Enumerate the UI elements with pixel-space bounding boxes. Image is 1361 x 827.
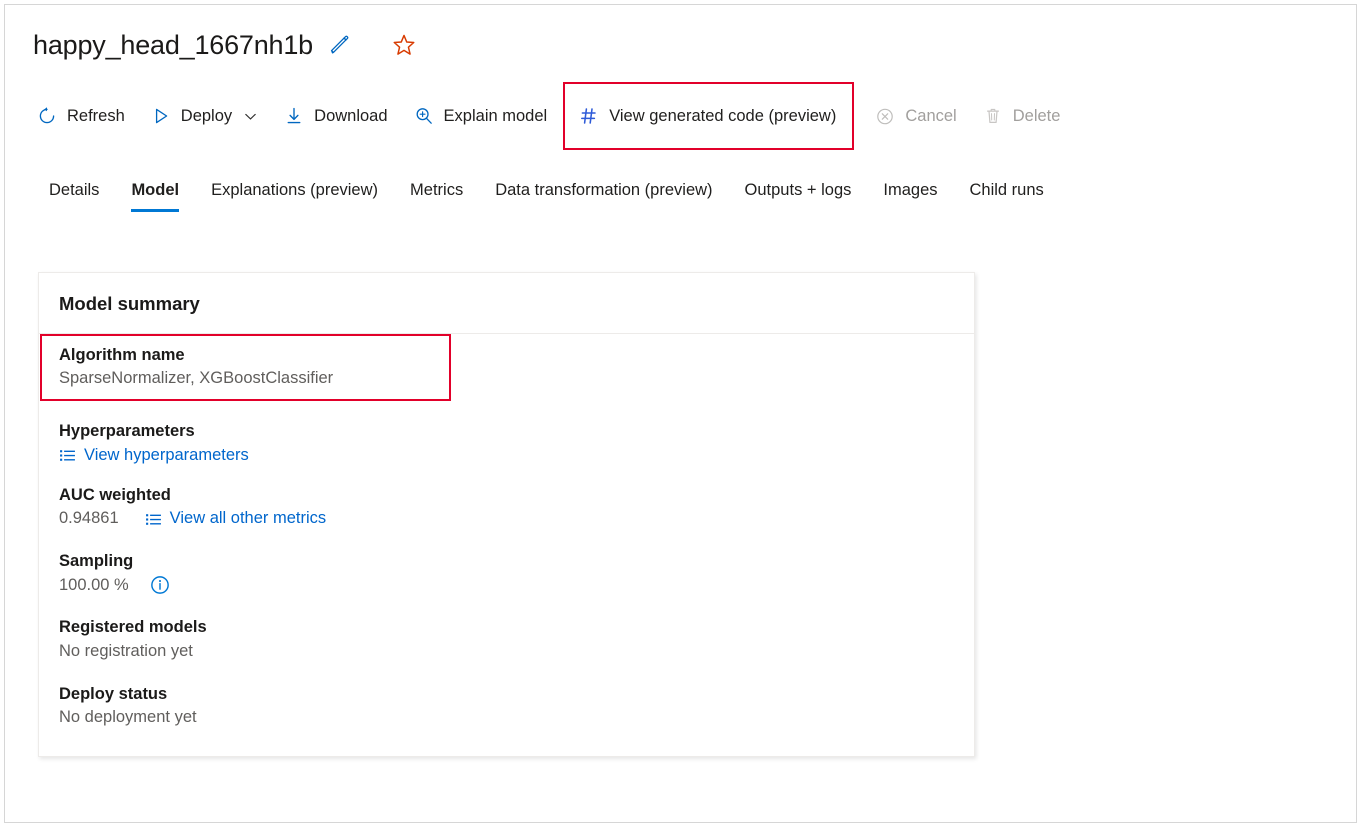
- chevron-down-icon[interactable]: [243, 109, 258, 124]
- page-frame: happy_head_1667nh1b Refr: [4, 4, 1357, 823]
- command-bar: Refresh Deploy: [33, 93, 1073, 139]
- view-all-other-metrics-link[interactable]: View all other metrics: [145, 507, 327, 531]
- view-generated-code-button[interactable]: View generated code (preview): [563, 82, 854, 150]
- refresh-button[interactable]: Refresh: [33, 93, 138, 139]
- explain-model-label: Explain model: [444, 107, 548, 126]
- zoom-in-icon: [414, 106, 434, 126]
- field-sampling: Sampling 100.00 %: [59, 550, 954, 597]
- download-icon: [284, 106, 304, 126]
- tab-details[interactable]: Details: [33, 173, 115, 214]
- registered-models-label: Registered models: [59, 616, 954, 639]
- field-auc-weighted: AUC weighted 0.94861: [59, 484, 954, 531]
- sampling-label: Sampling: [59, 550, 954, 573]
- bulleted-list-icon: [145, 511, 162, 528]
- tab-images[interactable]: Images: [867, 173, 953, 214]
- auc-weighted-value-row: 0.94861: [59, 507, 954, 531]
- explain-model-button[interactable]: Explain model: [401, 93, 561, 139]
- view-all-other-metrics-text: View all other metrics: [170, 507, 327, 531]
- delete-label: Delete: [1013, 107, 1061, 126]
- field-deploy-status: Deploy status No deployment yet: [59, 683, 954, 730]
- card-body: Algorithm name SparseNormalizer, XGBoost…: [39, 334, 974, 756]
- field-algorithm-name: Algorithm name SparseNormalizer, XGBoost…: [59, 334, 954, 401]
- deploy-button[interactable]: Deploy: [138, 93, 271, 139]
- view-hyperparameters-link[interactable]: View hyperparameters: [59, 446, 249, 465]
- card-header: Model summary: [39, 273, 974, 334]
- hyperparameters-link-row: View hyperparameters: [59, 446, 954, 465]
- field-hyperparameters: Hyperparameters: [59, 420, 954, 464]
- refresh-icon: [37, 106, 57, 126]
- trash-icon: [983, 106, 1003, 126]
- delete-button: Delete: [970, 93, 1074, 139]
- info-icon[interactable]: [149, 574, 171, 596]
- tab-bar: Details Model Explanations (preview) Met…: [33, 173, 1356, 225]
- play-icon: [151, 106, 171, 126]
- page-title: happy_head_1667nh1b: [33, 30, 313, 61]
- tab-outputs-logs[interactable]: Outputs + logs: [729, 173, 868, 214]
- auc-weighted-label: AUC weighted: [59, 484, 954, 507]
- bulleted-list-icon: [59, 447, 76, 464]
- refresh-label: Refresh: [67, 107, 125, 126]
- hash-icon: [579, 106, 599, 126]
- star-icon[interactable]: [389, 30, 419, 60]
- view-generated-code-label: View generated code (preview): [609, 107, 836, 126]
- algorithm-name-highlight-box: Algorithm name SparseNormalizer, XGBoost…: [40, 334, 451, 401]
- auc-weighted-value: 0.94861: [59, 507, 119, 531]
- title-row: happy_head_1667nh1b: [33, 23, 419, 67]
- tab-explanations[interactable]: Explanations (preview): [195, 173, 394, 214]
- cancel-circle-icon: [875, 106, 895, 126]
- cancel-label: Cancel: [905, 107, 956, 126]
- download-label: Download: [314, 107, 387, 126]
- tab-metrics[interactable]: Metrics: [394, 173, 479, 214]
- algorithm-name-value: SparseNormalizer, XGBoostClassifier: [59, 367, 437, 391]
- registered-models-value: No registration yet: [59, 640, 954, 664]
- algorithm-name-label: Algorithm name: [59, 344, 437, 367]
- deploy-label: Deploy: [181, 107, 232, 126]
- tab-data-transformation[interactable]: Data transformation (preview): [479, 173, 728, 214]
- hyperparameters-label: Hyperparameters: [59, 420, 954, 443]
- tab-model[interactable]: Model: [115, 173, 195, 214]
- download-button[interactable]: Download: [271, 93, 400, 139]
- cancel-button: Cancel: [862, 93, 969, 139]
- model-summary-card: Model summary Algorithm name SparseNorma…: [38, 272, 975, 757]
- tab-child-runs[interactable]: Child runs: [954, 173, 1060, 214]
- sampling-value: 100.00 %: [59, 574, 129, 598]
- card-title: Model summary: [59, 293, 954, 315]
- pencil-icon[interactable]: [325, 30, 355, 60]
- deploy-status-value: No deployment yet: [59, 706, 954, 730]
- sampling-value-row: 100.00 %: [59, 574, 954, 598]
- deploy-status-label: Deploy status: [59, 683, 954, 706]
- field-registered-models: Registered models No registration yet: [59, 616, 954, 663]
- view-hyperparameters-text: View hyperparameters: [84, 446, 249, 465]
